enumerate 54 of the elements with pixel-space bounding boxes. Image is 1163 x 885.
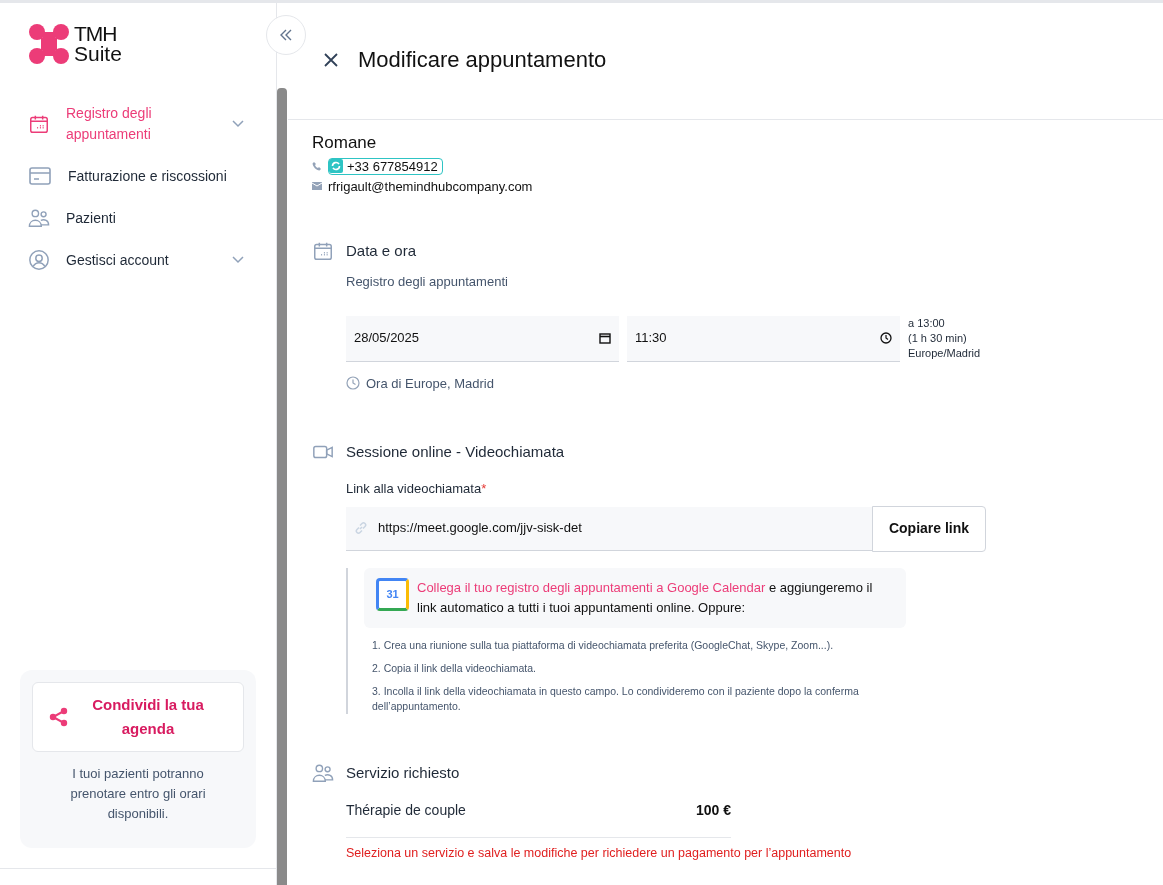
section-subtitle: Registro degli appuntamenti: [346, 273, 509, 291]
clock-icon: [880, 332, 892, 344]
service-name: Thérapie de couple: [346, 800, 466, 820]
field-label: Link alla videochiamata*: [346, 480, 488, 498]
logo-icon: [28, 23, 70, 65]
close-icon[interactable]: [324, 52, 338, 67]
timezone-text: Ora di Europe, Madrid: [366, 374, 494, 393]
share-agenda-button[interactable]: Condividi la tua agenda: [32, 682, 244, 752]
chevron-down-icon[interactable]: [232, 120, 244, 128]
instruction-step: 1. Crea una riunione sulla tua piattaforma di videochiamata preferita (GoogleChat, Skype, Zoom...).: [372, 637, 882, 653]
instruction-step: 2. Copia il link della videochiamata.: [372, 660, 882, 676]
credit-card-icon: [28, 165, 52, 187]
sidebar-item[interactable]: Fatturazione e riscossioni: [0, 155, 276, 197]
end-time-text: Europe/Madrid: [908, 346, 981, 361]
chevron-down-icon[interactable]: [232, 256, 244, 264]
patient-email: rfrigault@themindhubcompany.com: [328, 177, 533, 196]
page-title: Modificare appuntamento: [358, 46, 607, 74]
link-icon: [354, 521, 368, 535]
link-input-field[interactable]: https://meet.google.com/jjv-sisk-det: [346, 506, 872, 551]
share-description: I tuoi pazienti potranno prenotare entro gli orari disponibili.: [69, 765, 207, 823]
clock-icon: [346, 376, 360, 391]
sidebar-item[interactable]: Registro degli appuntamenti: [0, 93, 276, 155]
logo-text: Suite: [74, 44, 122, 64]
google-calendar-icon: 31: [376, 577, 409, 611]
scrollbar-thumb[interactable]: [277, 88, 287, 885]
sidebar-item[interactable]: Gestisci account: [0, 239, 276, 281]
patient-name: Romane: [312, 132, 378, 154]
collapse-sidebar-button[interactable]: [266, 15, 306, 55]
logo-text: TMH: [74, 24, 118, 44]
calendar-icon: [599, 332, 611, 344]
sync-icon: [329, 159, 343, 173]
user-circle-icon: [28, 249, 50, 271]
mail-icon: [312, 182, 322, 191]
date-field[interactable]: 28/05/2025: [346, 315, 619, 362]
end-time-text: a 13:00: [908, 316, 946, 331]
share-icon: [49, 707, 69, 727]
section-title: Data e ora: [346, 241, 418, 261]
instruction-step: 3. Incolla il link della videochiamata in questo campo. Lo condivideremo con il paziente dopo la conferma dell’appuntamento.: [372, 683, 882, 714]
calendar-hint-text: Collega il tuo registro degli appuntamenti a Google Calendar e aggiungeremo il link automatico a tutti i tuoi appuntamenti online. Oppure:: [417, 578, 874, 617]
phone-icon: [312, 161, 322, 171]
copy-link-button[interactable]: Copiare link: [872, 505, 986, 552]
calendar-icon: [28, 113, 50, 135]
time-field[interactable]: 11:30: [627, 315, 900, 362]
google-calendar-link[interactable]: Collega il tuo registro degli appuntamenti a Google Calendar: [417, 579, 766, 595]
service-price: 100 €: [695, 800, 731, 820]
sidebar-item[interactable]: Pazienti: [0, 197, 276, 239]
section-title: Servizio richiesto: [346, 762, 461, 783]
end-time-text: (1 h 30 min): [908, 331, 968, 346]
calendar-icon: [312, 240, 334, 262]
section-title: Sessione online - Videochiamata: [346, 442, 566, 462]
payment-warning: Seleziona un servizio e salva le modifiche per richiedere un pagamento per l’appuntamento: [346, 844, 852, 862]
people-icon: [28, 207, 50, 229]
phone-badge: +33 677854912: [328, 157, 443, 175]
double-chevron-left-icon: [279, 29, 293, 41]
